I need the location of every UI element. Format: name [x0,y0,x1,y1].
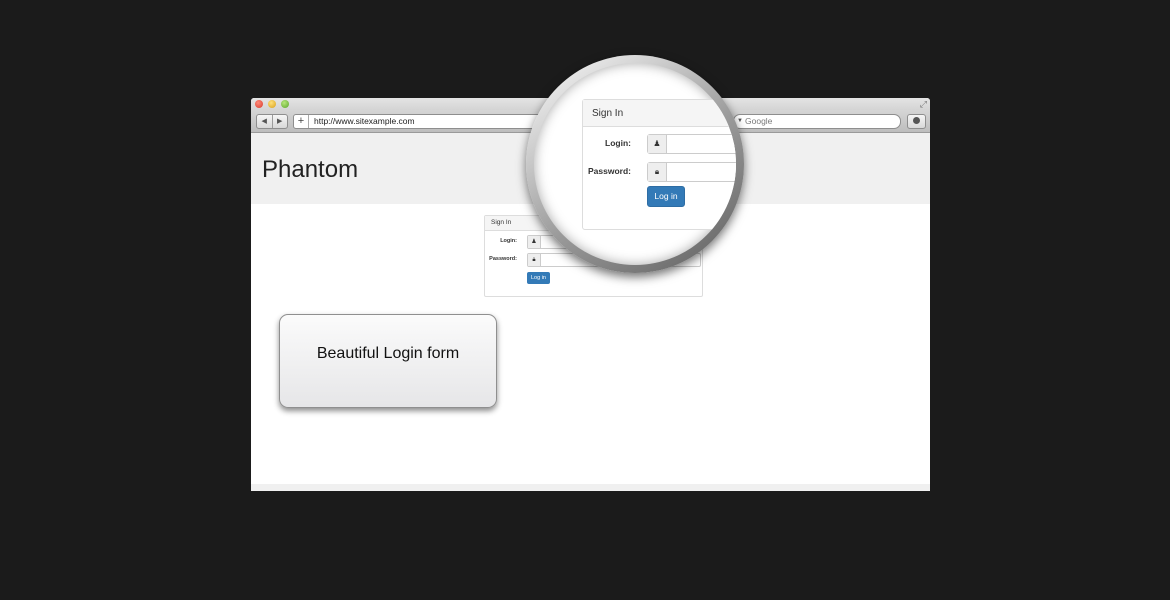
zoomed-signin-panel: Sign In Login: ♟ Password: 🔒︎ Log in [582,99,736,230]
feature-callout: Beautiful Login form [279,314,497,408]
search-icon: ▼ [737,118,743,124]
password-label: Password: [489,256,517,262]
navigation-buttons: ◀ ▶ [256,114,288,129]
magnifier-glass: Sign In Login: ♟ Password: 🔒︎ Log in [526,55,744,273]
zoomed-signin-header: Sign In [583,100,736,127]
minimize-window-button[interactable] [268,100,276,108]
zoomed-login-label: Login: [605,138,631,148]
close-window-button[interactable] [255,100,263,108]
lock-icon: 🔒︎ [528,254,541,266]
zoomed-password-input[interactable]: 🔒︎ [647,162,736,182]
zoomed-login-input[interactable]: ♟ [647,134,736,154]
login-label: Login: [500,238,517,244]
search-placeholder: Google [745,116,773,126]
login-button[interactable]: Log in [527,272,550,284]
zoomed-login-button[interactable]: Log in [647,186,685,207]
signin-title: Sign In [491,219,512,226]
forward-button[interactable]: ▶ [273,115,288,128]
zoomed-signin-title: Sign In [592,108,624,119]
url-text[interactable]: http://www.sitexample.com [314,115,415,128]
search-field[interactable]: ▼ Google [733,114,901,129]
site-brand[interactable]: Phantom [262,156,358,184]
user-icon: ♟ [648,135,667,153]
user-icon: ♟ [528,236,541,248]
zoomed-password-label: Password: [588,166,631,176]
magnifier-lens: Sign In Login: ♟ Password: 🔒︎ Log in [534,63,736,265]
fullscreen-icon[interactable]: ⤢ [920,99,927,109]
add-bookmark-button[interactable]: + [294,115,309,128]
zoom-window-button[interactable] [281,100,289,108]
callout-text: Beautiful Login form [316,345,460,362]
downloads-button[interactable] [907,114,926,129]
download-icon [913,117,920,124]
lock-icon: 🔒︎ [648,163,667,181]
back-button[interactable]: ◀ [257,115,273,128]
footer-strip [251,484,930,491]
